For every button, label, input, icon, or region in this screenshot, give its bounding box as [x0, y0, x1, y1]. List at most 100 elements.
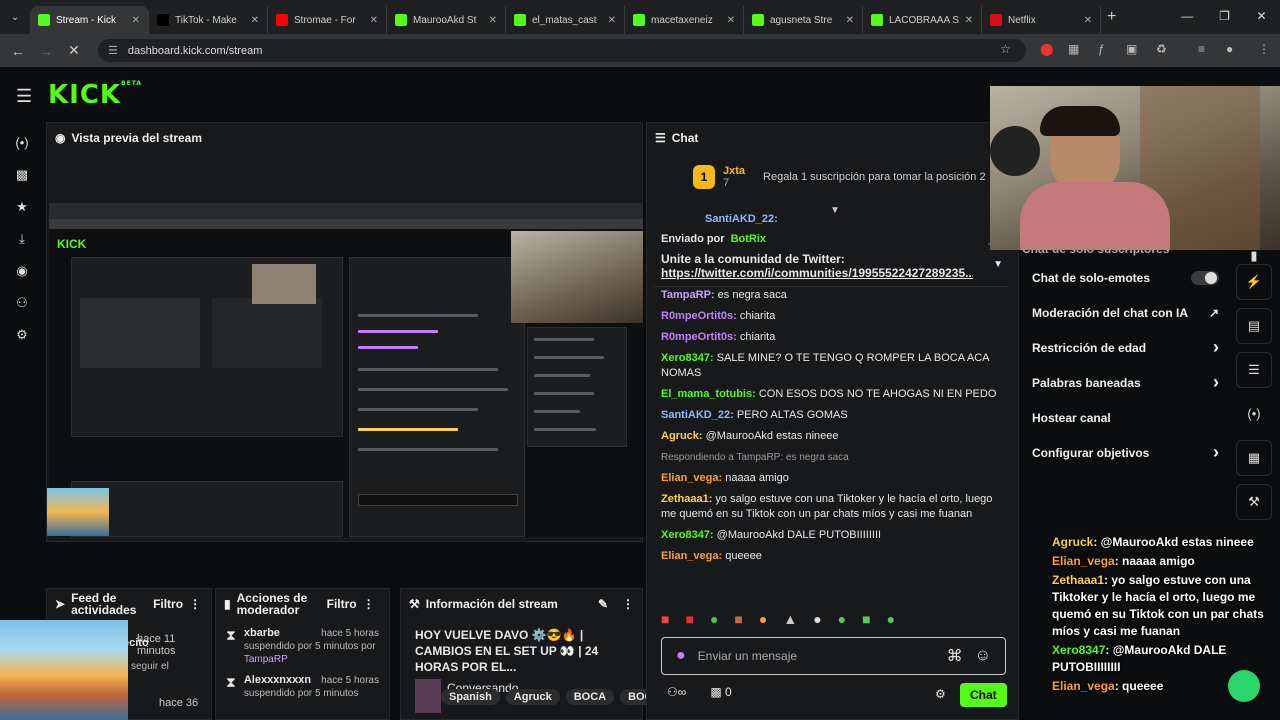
- toggle-switch[interactable]: [1191, 270, 1219, 285]
- users-infinity-icon[interactable]: ⚇∞: [667, 685, 686, 699]
- mod-menu-icon[interactable]: ⋮: [363, 597, 375, 611]
- settings-row[interactable]: Configurar objetivos ›: [1032, 435, 1227, 470]
- chat-username[interactable]: Agruck:: [661, 430, 703, 442]
- analytics-icon[interactable]: ▩: [0, 159, 44, 191]
- puzzle-icon[interactable]: ♻: [1156, 42, 1167, 56]
- pinned-by-user[interactable]: BotRix: [731, 233, 766, 246]
- chat-message[interactable]: El_mama_totubis: CON ESOS DOS NO TE AHOG…: [647, 384, 1019, 405]
- chat-settings-gear-icon[interactable]: ⚙: [935, 687, 946, 701]
- edit-pencil-icon[interactable]: ✎: [598, 597, 608, 611]
- extension-icon[interactable]: ▣: [1126, 42, 1137, 56]
- mod-action-by[interactable]: TampaRP: [244, 653, 379, 666]
- stream-tag[interactable]: BOCA: [565, 689, 615, 705]
- chat-message[interactable]: Agruck: @MaurooAkd estas nineee: [647, 426, 1019, 447]
- chat-message[interactable]: Respondiendo a TampaRP: es negra saca: [647, 447, 1019, 468]
- stream-tag[interactable]: Agruck: [505, 689, 560, 705]
- mod-action-user[interactable]: xbarbe: [244, 627, 280, 640]
- new-tab-button[interactable]: +: [1107, 8, 1116, 26]
- emote-icon[interactable]: ■: [862, 611, 870, 627]
- tab-close-icon[interactable]: ✕: [727, 15, 735, 26]
- broadcast-icon[interactable]: (•): [1236, 396, 1272, 432]
- lightning-icon[interactable]: ⚡: [1236, 264, 1272, 300]
- emoji-icon[interactable]: ☺: [975, 647, 991, 665]
- minimize-button[interactable]: —: [1169, 0, 1206, 32]
- close-window-button[interactable]: ✕: [1243, 0, 1280, 32]
- bookmark-star-icon[interactable]: ☆: [1000, 42, 1011, 56]
- browser-tab[interactable]: macetaxeneiz ✕: [625, 6, 744, 34]
- tab-close-icon[interactable]: ✕: [251, 15, 259, 26]
- tab-close-icon[interactable]: ✕: [370, 15, 378, 26]
- emote-icon[interactable]: ●: [838, 611, 846, 627]
- emote-icon[interactable]: ▲: [783, 611, 797, 627]
- chat-message[interactable]: Xero8347: SALE MINE? O TE TENGO Q ROMPER…: [647, 348, 1019, 384]
- feed-filter-button[interactable]: Filtro: [153, 597, 183, 611]
- emote-icon[interactable]: ●: [813, 611, 821, 627]
- command-icon[interactable]: ⌘: [947, 646, 963, 666]
- browser-tab[interactable]: Stromae - For ✕: [268, 6, 387, 34]
- chat-message[interactable]: SantiAKD_22: PERO ALTAS GOMAS: [647, 405, 1019, 426]
- document-icon[interactable]: ▤: [1236, 308, 1272, 344]
- restore-button[interactable]: ❐: [1206, 0, 1243, 32]
- site-info-icon[interactable]: ☰: [108, 44, 118, 57]
- chat-username[interactable]: SantiAKD_22:: [661, 409, 734, 421]
- points-icon[interactable]: ▩ 0: [710, 685, 731, 699]
- extension-icon[interactable]: ƒ: [1098, 42, 1105, 56]
- emote-icon[interactable]: ■: [734, 611, 742, 627]
- chat-message[interactable]: R0mpeOrtit0s: chiarita: [647, 327, 1019, 348]
- chat-input[interactable]: ● Enviar un mensaje ⌘ ☺: [661, 637, 1006, 675]
- mic-icon[interactable]: ●: [676, 647, 686, 665]
- emote-icon[interactable]: ●: [887, 611, 895, 627]
- stop-loading-button[interactable]: ✕: [60, 42, 88, 59]
- chat-icon[interactable]: ☰: [1236, 352, 1272, 388]
- chat-message[interactable]: R0mpeOrtit0s: chiarita: [647, 306, 1019, 327]
- emote-icon[interactable]: ■: [661, 611, 669, 627]
- mod-action-user[interactable]: Alexxxnxxxn: [244, 674, 311, 687]
- tab-close-icon[interactable]: ✕: [608, 15, 616, 26]
- browser-tab[interactable]: TikTok - Make ✕: [149, 6, 268, 34]
- url-field[interactable]: ☰ dashboard.kick.com/stream: [98, 39, 1026, 62]
- settings-row[interactable]: Hostear canal: [1032, 400, 1227, 435]
- extension-icon[interactable]: ▦: [1068, 42, 1079, 56]
- chat-username[interactable]: Zethaaa1:: [661, 493, 712, 505]
- stream-preview-video[interactable]: KICK: [49, 203, 643, 537]
- forward-button[interactable]: →: [32, 43, 60, 59]
- emote-icon[interactable]: ●: [759, 611, 767, 627]
- mod-action-item[interactable]: ⧗ xbarbe hace 5 horas suspendido por 5 minu…: [226, 627, 379, 666]
- layout-icon[interactable]: ▦: [1236, 440, 1272, 476]
- emote-icon[interactable]: ■: [685, 611, 693, 627]
- chat-message[interactable]: TampaRP: es negra saca: [647, 285, 1019, 306]
- chat-username[interactable]: Elian_vega:: [661, 550, 722, 562]
- chat-username[interactable]: R0mpeOrtit0s:: [661, 310, 737, 322]
- feed-menu-icon[interactable]: ⋮: [189, 597, 201, 611]
- browser-menu-icon[interactable]: ⋮: [1258, 42, 1270, 56]
- trophy-icon[interactable]: ★: [0, 191, 44, 223]
- kick-logo[interactable]: KICKBETA: [48, 80, 142, 110]
- chat-message[interactable]: Elian_vega: naaaa amigo: [647, 468, 1019, 489]
- media-icon[interactable]: ≡: [1198, 42, 1205, 56]
- browser-tab[interactable]: MauroоAkd St ✕: [387, 6, 506, 34]
- tab-close-icon[interactable]: ✕: [965, 15, 973, 26]
- stream-broadcast-icon[interactable]: (•): [0, 127, 44, 159]
- settings-row[interactable]: Chat de solo-emotes: [1032, 260, 1227, 295]
- settings-row[interactable]: Moderación del chat con IA ↗: [1032, 295, 1227, 330]
- scroll-down-icon[interactable]: ▼: [830, 205, 840, 216]
- adblock-icon[interactable]: ⬤: [1040, 42, 1053, 56]
- settings-row[interactable]: Restricción de edad ›: [1032, 330, 1227, 365]
- mod-filter-button[interactable]: Filtro: [327, 597, 357, 611]
- emote-icon[interactable]: ●: [710, 611, 718, 627]
- tab-close-icon[interactable]: ✕: [1084, 15, 1092, 26]
- chat-message[interactable]: Zethaaa1: yo salgo estuve con una Tiktok…: [647, 489, 1019, 525]
- info-menu-icon[interactable]: ⋮: [622, 597, 634, 611]
- chat-username[interactable]: El_mama_totubis:: [661, 388, 756, 400]
- send-chat-button[interactable]: Chat: [960, 683, 1007, 707]
- chat-username[interactable]: Xero8347:: [661, 529, 714, 541]
- back-button[interactable]: ←: [4, 43, 32, 59]
- chat-username[interactable]: TampaRP:: [661, 289, 715, 301]
- chat-username[interactable]: R0mpeOrtit0s:: [661, 331, 737, 343]
- floating-chat-icon[interactable]: [1228, 670, 1260, 702]
- browser-tab[interactable]: LACOBRAAA S ✕: [863, 6, 982, 34]
- mod-action-item[interactable]: ⧗ Alexxxnxxxn hace 5 horas suspendido por 5…: [226, 674, 379, 700]
- chat-username[interactable]: Elian_vega:: [661, 472, 722, 484]
- browser-tab[interactable]: Stream - Kick ✕: [30, 6, 149, 34]
- tab-close-icon[interactable]: ✕: [846, 15, 854, 26]
